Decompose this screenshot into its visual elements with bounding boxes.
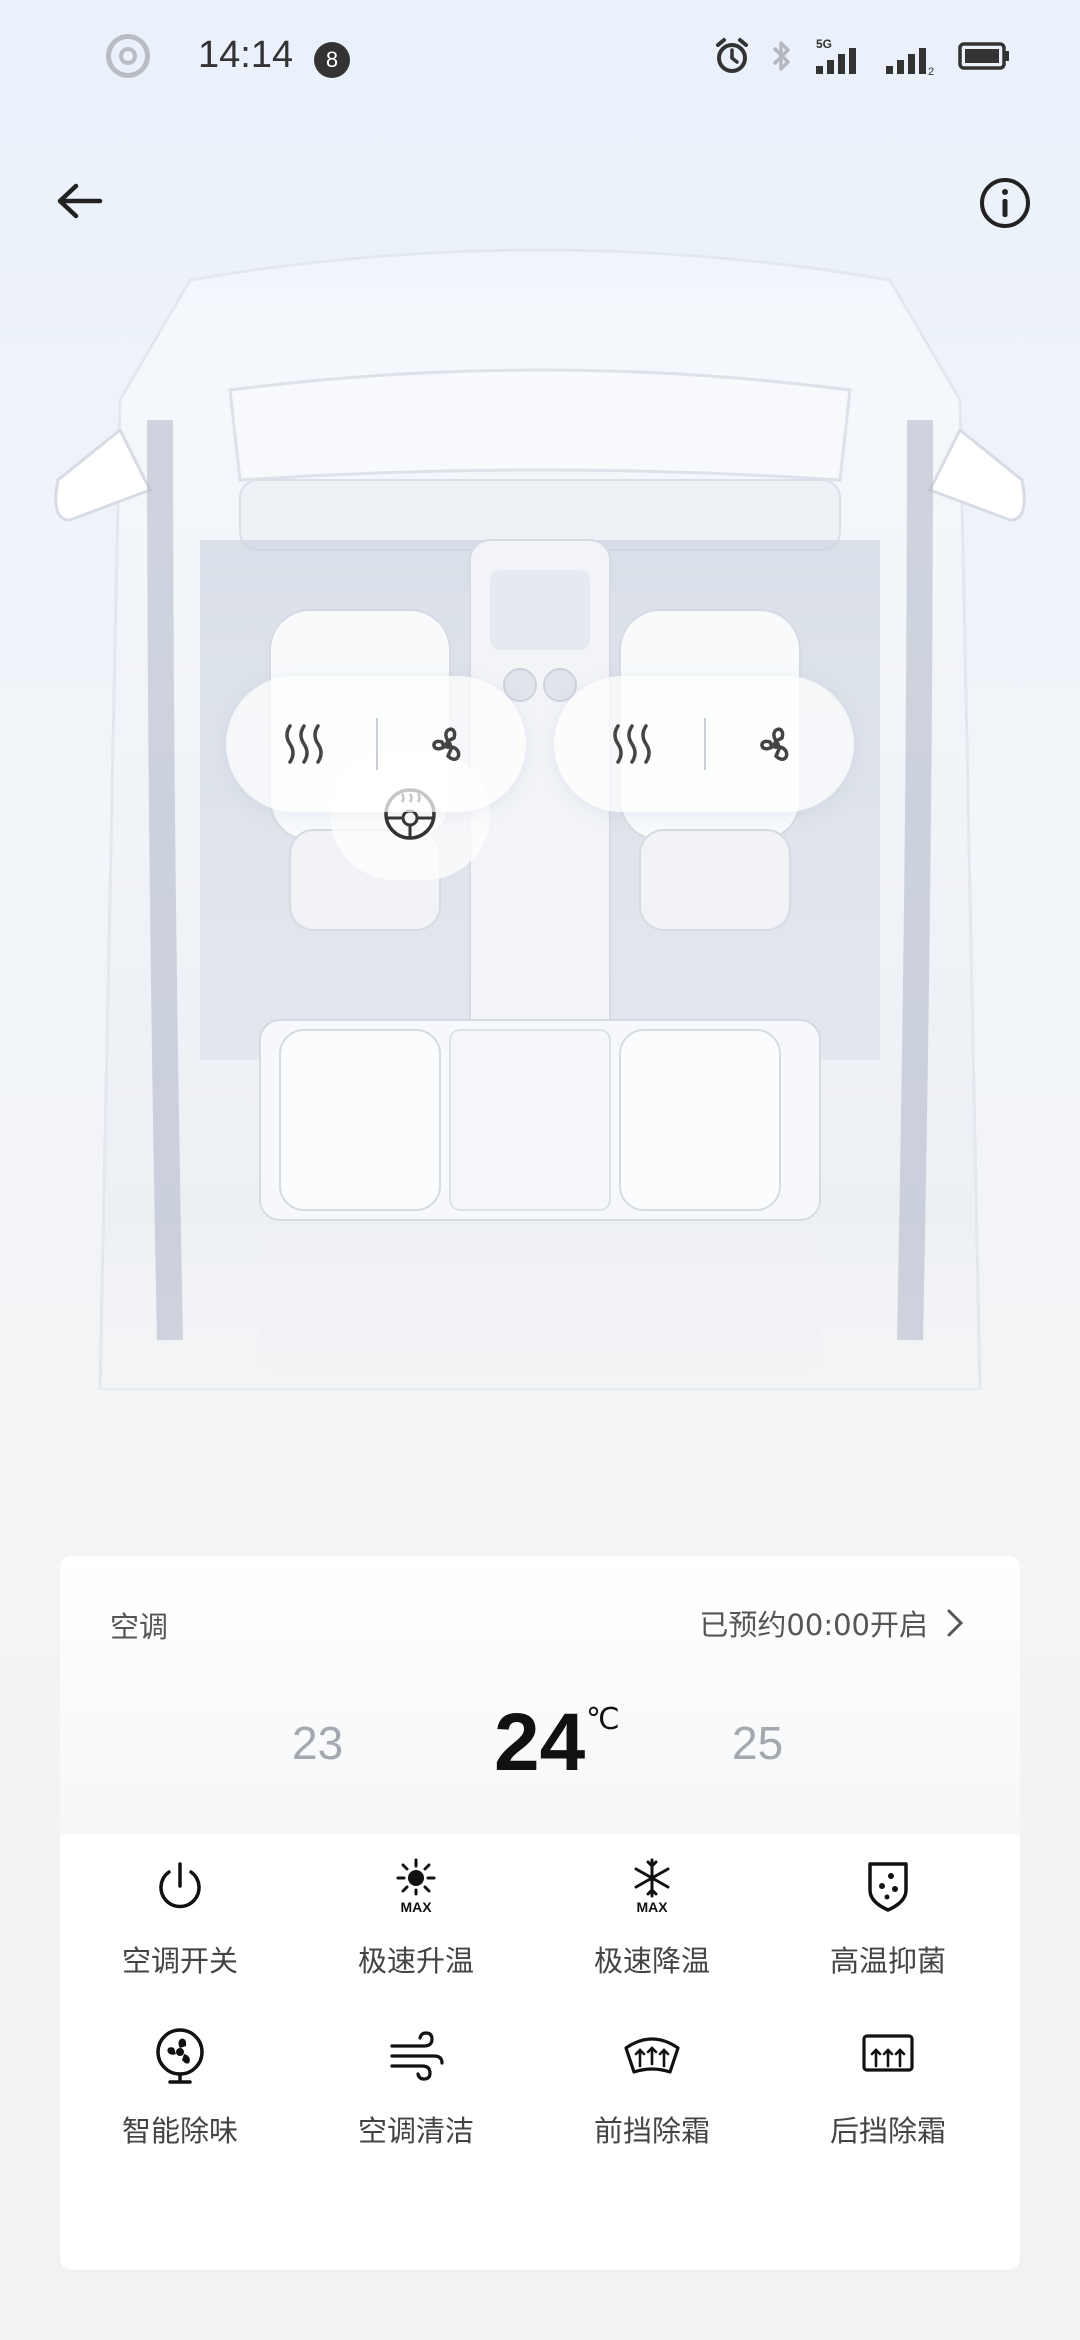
battery-icon — [958, 42, 1009, 70]
shield-dots-icon — [868, 1862, 908, 1912]
climate-card: 空调 已预约00:00开启 23 24 ℃ 25 空调开关 MAX 极速升温 M… — [60, 1556, 1020, 2270]
passenger-seat-vent-icon[interactable] — [746, 714, 806, 774]
seat-divider — [704, 718, 706, 770]
car-illustration — [54, 248, 1026, 1392]
back-arrow-icon[interactable] — [52, 176, 108, 226]
temp-unit: ℃ — [586, 1702, 620, 1737]
function-label: 前挡除霜 — [593, 2114, 710, 2148]
notification-badge: 8 — [314, 42, 350, 78]
alarm-icon — [716, 38, 748, 73]
ac-clean-button[interactable]: 空调清洁 — [296, 2026, 536, 2186]
high-temp-sterilize-button[interactable]: 高温抑菌 — [768, 1856, 1008, 2016]
climate-header: 空调 已预约00:00开启 23 24 ℃ 25 — [60, 1556, 1020, 1834]
wind-icon — [390, 2031, 444, 2081]
signal-5g-icon: 5G — [816, 37, 856, 74]
function-label: 智能除味 — [121, 2114, 238, 2148]
chevron-right-icon — [947, 1609, 964, 1637]
ac-power-button[interactable]: 空调开关 — [60, 1856, 300, 2016]
function-label: 极速降温 — [593, 1944, 710, 1978]
passenger-seat-heat-icon[interactable] — [602, 714, 662, 774]
temp-higher-option[interactable]: 25 — [732, 1716, 783, 1770]
status-bar: 14:14 8 5G 2 — [0, 0, 1080, 120]
function-label: 极速升温 — [357, 1944, 474, 1978]
car-top-view — [40, 240, 1040, 1392]
bluetooth-icon — [772, 41, 790, 71]
driver-seat-vent-icon[interactable] — [418, 714, 478, 774]
info-icon[interactable] — [978, 176, 1032, 230]
passenger-seat-controls — [554, 676, 854, 812]
fan-icon — [156, 2028, 204, 2084]
function-label: 后挡除霜 — [829, 2114, 946, 2148]
seat-divider — [376, 718, 378, 770]
driver-seat-controls — [226, 676, 526, 812]
sim2-label: 2 — [928, 66, 934, 76]
rapid-heat-button[interactable]: MAX 极速升温 — [296, 1856, 536, 2016]
climate-title: 空调 — [110, 1610, 169, 1644]
function-label: 空调清洁 — [357, 2114, 474, 2148]
snowflake-max-icon: MAX — [634, 1858, 670, 1915]
max-label: MAX — [636, 1899, 668, 1915]
rapid-cool-button[interactable]: MAX 极速降温 — [532, 1856, 772, 2016]
smart-deodorize-button[interactable]: 智能除味 — [60, 2026, 300, 2186]
function-label: 高温抑菌 — [829, 1944, 946, 1978]
temp-current: 24 — [494, 1697, 586, 1788]
signal-sim2-icon: 2 — [886, 48, 934, 76]
driver-seat-heat-icon[interactable] — [274, 714, 334, 774]
rear-defrost-button[interactable]: 后挡除霜 — [768, 2026, 1008, 2186]
network-label: 5G — [816, 37, 832, 51]
sun-max-icon: MAX — [396, 1858, 436, 1915]
temp-lower-option[interactable]: 23 — [292, 1716, 343, 1770]
schedule-text: 已预约00:00开启 — [699, 1608, 928, 1642]
rear-defrost-icon — [862, 2034, 914, 2072]
function-label: 空调开关 — [121, 1944, 238, 1978]
power-icon — [159, 1862, 201, 1909]
status-icons: 5G 2 — [714, 36, 1010, 76]
max-label: MAX — [400, 1899, 432, 1915]
status-time: 14:14 — [198, 34, 294, 76]
schedule-link[interactable]: 已预约00:00开启 — [699, 1602, 964, 1644]
front-defrost-icon — [624, 2037, 680, 2074]
front-defrost-button[interactable]: 前挡除霜 — [532, 2026, 772, 2186]
app-ring-icon — [106, 34, 150, 78]
